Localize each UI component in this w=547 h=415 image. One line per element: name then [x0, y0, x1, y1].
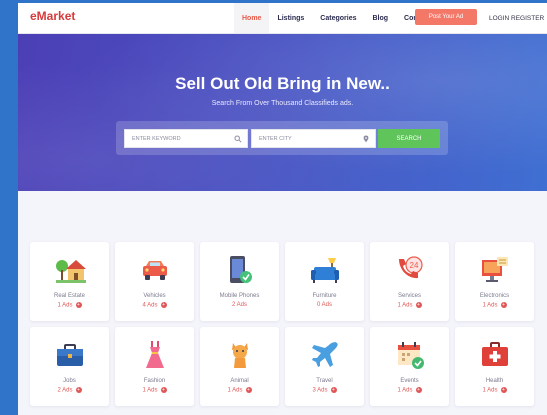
plus-icon: +	[75, 302, 82, 308]
category-card-mobile-phones[interactable]: Mobile Phones 2 Ads	[200, 242, 279, 321]
briefcase-icon	[52, 339, 87, 371]
plus-icon: +	[330, 387, 337, 393]
city-input[interactable]: ENTER CITY	[251, 129, 376, 148]
ads-count-text: 1 Ads	[482, 302, 498, 309]
sofa-icon	[307, 254, 342, 286]
monitor-icon	[477, 254, 512, 286]
category-card-travel[interactable]: Travel 3 Ads +	[285, 327, 364, 406]
category-name: Animal	[230, 378, 249, 384]
cat-icon	[222, 339, 257, 371]
ads-count-text: 3 Ads	[312, 387, 328, 394]
ads-count-text: 1 Ads	[397, 387, 413, 394]
top-navbar: eMarket Home Listings Categories Blog Co…	[18, 3, 547, 34]
ads-count-text: 1 Ads	[142, 387, 158, 394]
keyword-placeholder: ENTER KEYWORD	[132, 135, 181, 142]
plus-icon: +	[160, 387, 167, 393]
phone-24-icon: 24	[392, 254, 427, 286]
house-icon	[52, 254, 87, 286]
plus-icon: +	[500, 302, 507, 308]
plus-icon: +	[415, 302, 422, 308]
search-bar: ENTER KEYWORD ENTER CITY SEARCH	[116, 121, 448, 155]
nav-home[interactable]: Home	[234, 3, 270, 33]
category-ad-count: 1 Ads +	[455, 302, 534, 309]
post-ad-button[interactable]: Post Your Ad	[415, 9, 477, 25]
search-icon	[234, 135, 242, 143]
hero-title: Sell Out Old Bring in New..	[175, 74, 390, 93]
first-aid-icon	[477, 339, 512, 371]
category-card-jobs[interactable]: Jobs 2 Ads +	[30, 327, 109, 406]
plus-icon: +	[160, 302, 167, 308]
city-placeholder: ENTER CITY	[259, 135, 292, 142]
hero-banner: Sell Out Old Bring in New.. Search From …	[18, 34, 547, 191]
category-name: Fashion	[143, 378, 166, 384]
category-ad-count: 0 Ads	[285, 302, 364, 308]
category-card-health[interactable]: Health 1 Ads +	[455, 327, 534, 406]
hero-subtitle: Search From Over Thousand Classifieds ad…	[211, 100, 354, 107]
category-ad-count: 2 Ads +	[30, 387, 109, 394]
mobile-phone-icon	[222, 254, 257, 286]
category-ad-count: 1 Ads +	[370, 387, 449, 394]
search-button[interactable]: SEARCH	[378, 129, 440, 148]
main-menu: Home Listings Categories Blog Contact	[234, 3, 438, 33]
plus-icon: +	[245, 387, 252, 393]
car-icon	[137, 254, 172, 286]
category-card-fashion[interactable]: Fashion 1 Ads +	[115, 327, 194, 406]
location-pin-icon	[363, 135, 369, 143]
category-card-vehicles[interactable]: Vehicles 4 Ads +	[115, 242, 194, 321]
category-ad-count: 1 Ads +	[200, 387, 279, 394]
category-name: Vehicles	[143, 293, 166, 299]
calendar-icon	[392, 339, 427, 371]
category-ad-count: 2 Ads	[200, 302, 279, 308]
category-card-furniture[interactable]: Furniture 0 Ads	[285, 242, 364, 321]
ads-count-text: 4 Ads	[142, 302, 158, 309]
category-name: Electronics	[479, 293, 510, 299]
category-name: Real Estate	[53, 293, 86, 299]
plus-icon: +	[500, 387, 507, 393]
dress-icon	[137, 339, 172, 371]
airplane-icon	[307, 339, 342, 371]
category-card-electronics[interactable]: Electronics 1 Ads +	[455, 242, 534, 321]
ads-count-text: 2 Ads	[57, 387, 73, 394]
login-link[interactable]: LOGIN	[489, 3, 509, 33]
category-ad-count: 3 Ads +	[285, 387, 364, 394]
hero-background	[18, 34, 547, 191]
category-name: Travel	[316, 378, 333, 384]
ads-count-text: 2 Ads	[231, 302, 247, 308]
plus-icon: +	[415, 387, 422, 393]
category-card-services[interactable]: 24 Services 1 Ads +	[370, 242, 449, 321]
nav-listings[interactable]: Listings	[269, 3, 312, 33]
category-name: Mobile Phones	[219, 293, 260, 299]
ads-count-text: 1 Ads	[397, 302, 413, 309]
category-card-animal[interactable]: Animal 1 Ads +	[200, 327, 279, 406]
category-name: Furniture	[312, 293, 337, 299]
category-name: Services	[397, 293, 421, 299]
category-name: Health	[485, 378, 504, 384]
register-link[interactable]: REGISTER	[511, 3, 544, 33]
brand-logo[interactable]: eMarket	[30, 9, 75, 23]
ads-count-text: 1 Ads	[57, 302, 73, 309]
ads-count-text: 1 Ads	[227, 387, 243, 394]
ads-count-text: 0 Ads	[316, 302, 332, 308]
nav-blog[interactable]: Blog	[364, 3, 396, 33]
browser-viewport: eMarket Home Listings Categories Blog Co…	[18, 3, 547, 415]
category-name: Jobs	[63, 378, 76, 384]
plus-icon: +	[75, 387, 82, 393]
category-name: Events	[400, 378, 419, 384]
category-ad-count: 1 Ads +	[115, 387, 194, 394]
category-card-events[interactable]: Events 1 Ads +	[370, 327, 449, 406]
category-ad-count: 1 Ads +	[370, 302, 449, 309]
category-ad-count: 4 Ads +	[115, 302, 194, 309]
keyword-input[interactable]: ENTER KEYWORD	[124, 129, 248, 148]
category-ad-count: 1 Ads +	[455, 387, 534, 394]
ads-count-text: 1 Ads	[482, 387, 498, 394]
category-card-real-estate[interactable]: Real Estate 1 Ads +	[30, 242, 109, 321]
svg-text:24: 24	[409, 261, 418, 270]
category-ad-count: 1 Ads +	[30, 302, 109, 309]
nav-categories[interactable]: Categories	[312, 3, 364, 33]
